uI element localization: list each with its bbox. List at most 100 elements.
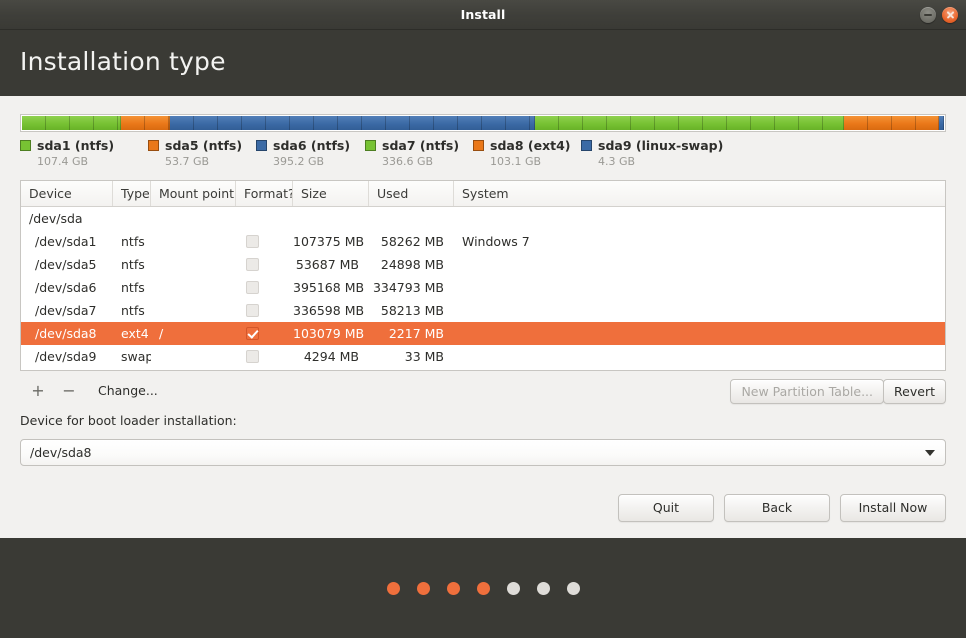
cell-device: /dev/sda6 [35,280,97,295]
cell-type: ntfs [121,234,145,249]
progress-dot-2 [416,581,430,595]
cell-type: ntfs [121,280,145,295]
legend-item-5: sda9 (linux-swap) 4.3 GB [581,138,723,168]
table-row[interactable]: /dev/sda6 ntfs 395168 MB 334793 MB [21,276,945,299]
install-now-button[interactable]: Install Now [840,494,946,522]
cell-device: /dev/sda7 [35,303,97,318]
new-partition-table-button[interactable]: New Partition Table... [730,379,884,404]
cell-size: 103079 MB [293,326,365,341]
title-bar: Install [0,0,966,30]
table-row[interactable]: /dev/sda [21,207,945,230]
partition-table[interactable]: Device Type Mount point Format? Size Used Syst… [20,180,946,371]
table-header-device[interactable]: Device [21,181,113,206]
minimize-icon[interactable] [920,7,936,23]
checkbox-unchecked-icon[interactable] [246,304,259,317]
legend-swatch-icon [148,140,159,151]
add-partition-icon[interactable]: + [29,381,47,401]
change-button[interactable]: Change... [98,381,158,401]
checkbox-unchecked-icon[interactable] [246,350,259,363]
format-cell [236,299,293,322]
cell-type [113,207,151,230]
partition-toolbar: + − Change... New Partition Table... Rev… [20,379,946,405]
legend-swatch-icon [256,140,267,151]
legend-item-0: sda1 (ntfs) 107.4 GB [20,138,114,168]
cell-type: swap [121,349,151,364]
cell-device: /dev/sda8 [35,326,97,341]
checkbox-unchecked-icon[interactable] [246,258,259,271]
cell-system [454,207,914,230]
progress-dot-4 [476,581,490,595]
legend-item-label: sda7 (ntfs) [382,138,460,153]
progress-dot-3 [446,581,460,595]
cell-mount [151,230,236,253]
legend-swatch-icon [365,140,376,151]
cell-mount [151,253,236,276]
close-icon[interactable] [942,7,958,23]
legend-swatch-icon [20,140,31,151]
bootloader-label: Device for boot loader installation: [20,413,237,428]
partition-bar [20,114,946,132]
legend-item-size: 53.7 GB [165,155,210,168]
cell-size [293,207,369,230]
table-row[interactable]: /dev/sda8 ext4 / 103079 MB 2217 MB [21,322,945,345]
legend-item-label: sda1 (ntfs) [37,138,115,153]
progress-dot-6 [536,581,550,595]
cell-type: ntfs [121,257,145,272]
table-row[interactable]: /dev/sda1 ntfs 107375 MB 58262 MB Windows 7 [21,230,945,253]
cell-type: ext4 [121,326,149,341]
cell-size: 107375 MB [293,234,365,249]
installer-window: Install Installation type sda1 (ntfs) 107… [0,0,966,638]
legend-item-4: sda8 (ext4) 103.1 GB [473,138,571,168]
table-header-mount[interactable]: Mount point [151,181,236,206]
remove-partition-icon[interactable]: − [60,381,78,401]
legend-item-label: sda8 (ext4) [490,138,571,153]
cell-used: 2217 MB [388,326,444,341]
cell-used: 58213 MB [380,303,444,318]
legend-item-label: sda5 (ntfs) [165,138,243,153]
partition-segment-sda5 [120,116,171,130]
progress-dot-5 [506,581,520,595]
table-header-size[interactable]: Size [293,181,369,206]
bootloader-selected-value: /dev/sda8 [30,445,92,460]
window-title: Install [460,7,506,22]
cell-system [454,299,914,322]
legend-item-1: sda5 (ntfs) 53.7 GB [148,138,242,168]
legend-item-size: 103.1 GB [490,155,542,168]
checkbox-unchecked-icon[interactable] [246,235,259,248]
cell-device: /dev/sda [29,211,83,226]
table-row[interactable]: /dev/sda9 swap 4294 MB 33 MB [21,345,945,368]
partition-segment-sda6 [170,116,535,130]
table-row[interactable]: /dev/sda7 ntfs 336598 MB 58213 MB [21,299,945,322]
table-header-format[interactable]: Format? [236,181,293,206]
cell-size: 53687 MB [295,257,359,272]
revert-button[interactable]: Revert [883,379,946,404]
back-button[interactable]: Back [724,494,830,522]
format-cell [236,322,293,345]
cell-mount [151,299,236,322]
table-header-system[interactable]: System [454,181,914,206]
page-footer [0,538,966,638]
cell-used: 58262 MB [380,234,444,249]
legend-item-label: sda6 (ntfs) [273,138,351,153]
cell-mount [151,345,236,368]
legend-item-size: 107.4 GB [37,155,89,168]
cell-size: 395168 MB [293,280,365,295]
checkbox-checked-icon[interactable] [246,327,259,340]
cell-system [454,276,914,299]
cell-system [454,345,914,368]
legend-swatch-icon [581,140,592,151]
bootloader-device-select[interactable]: /dev/sda8 [20,439,946,466]
partition-bar-segments [22,116,944,130]
table-header-used[interactable]: Used [369,181,454,206]
format-cell [236,230,293,253]
partition-segment-sda7 [534,116,845,130]
partition-segment-sda1 [22,116,121,130]
quit-button[interactable]: Quit [618,494,714,522]
table-row[interactable]: /dev/sda5 ntfs 53687 MB 24898 MB [21,253,945,276]
action-buttons: Quit Back Install Now [618,494,946,522]
legend-item-3: sda7 (ntfs) 336.6 GB [365,138,459,168]
legend-item-size: 336.6 GB [382,155,434,168]
format-cell [236,253,293,276]
table-header-type[interactable]: Type [113,181,151,206]
checkbox-unchecked-icon[interactable] [246,281,259,294]
